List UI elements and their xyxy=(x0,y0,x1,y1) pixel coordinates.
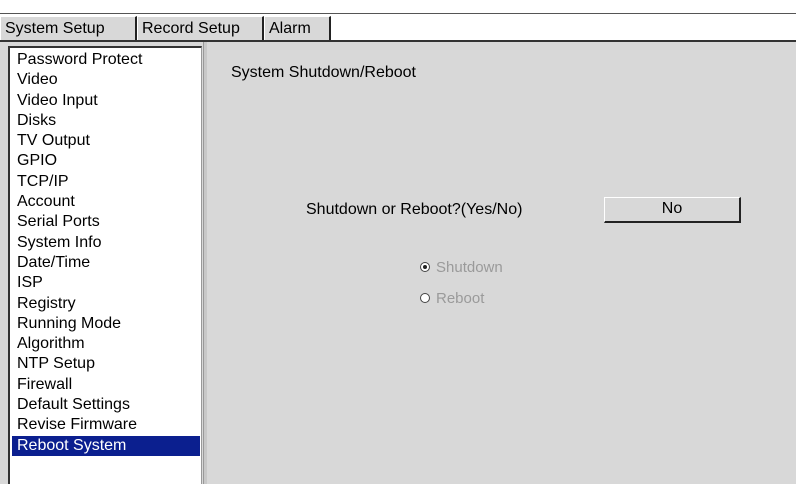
tab-bar: System Setup Record Setup Alarm xyxy=(0,16,796,41)
radio-checked-icon xyxy=(420,262,430,272)
sidebar-item-registry[interactable]: Registry xyxy=(12,294,200,314)
tab-system-setup[interactable]: System Setup xyxy=(0,16,137,40)
sidebar-item-algorithm[interactable]: Algorithm xyxy=(12,334,200,354)
sidebar-item-system-info[interactable]: System Info xyxy=(12,233,200,253)
sidebar-item-reboot-system[interactable]: Reboot System xyxy=(12,435,200,456)
sidebar-item-default-settings[interactable]: Default Settings xyxy=(12,395,200,415)
sidebar-item-gpio[interactable]: GPIO xyxy=(12,151,200,171)
sidebar-item-tcp-ip[interactable]: TCP/IP xyxy=(12,172,200,192)
sidebar-list: Password Protect Video Video Input Disks… xyxy=(12,50,200,456)
sidebar-item-disks[interactable]: Disks xyxy=(12,111,200,131)
tab-record-setup[interactable]: Record Setup xyxy=(137,16,264,40)
reboot-panel: System Shutdown/Reboot Shutdown or Reboo… xyxy=(207,42,796,484)
top-border-line xyxy=(0,13,796,14)
sidebar-item-running-mode[interactable]: Running Mode xyxy=(12,314,200,334)
sidebar-item-account[interactable]: Account xyxy=(12,192,200,212)
tab-alarm[interactable]: Alarm xyxy=(264,16,331,40)
sidebar-item-password-protect[interactable]: Password Protect xyxy=(12,50,200,70)
sidebar-item-video[interactable]: Video xyxy=(12,70,200,90)
settings-sidebar: Password Protect Video Video Input Disks… xyxy=(8,46,202,484)
sidebar-item-revise-firmware[interactable]: Revise Firmware xyxy=(12,415,200,435)
sidebar-item-ntp-setup[interactable]: NTP Setup xyxy=(12,354,200,374)
reboot-radio-label: Reboot xyxy=(436,290,485,307)
sidebar-item-isp[interactable]: ISP xyxy=(12,273,200,293)
panel-title: System Shutdown/Reboot xyxy=(231,64,416,81)
sidebar-item-firewall[interactable]: Firewall xyxy=(12,375,200,395)
shutdown-radio-label: Shutdown xyxy=(436,259,503,276)
sidebar-item-tv-output[interactable]: TV Output xyxy=(12,131,200,151)
sidebar-item-date-time[interactable]: Date/Time xyxy=(12,253,200,273)
radio-unchecked-icon xyxy=(420,293,430,303)
sidebar-item-video-input[interactable]: Video Input xyxy=(12,91,200,111)
shutdown-reboot-prompt: Shutdown or Reboot?(Yes/No) xyxy=(306,201,523,218)
sidebar-item-serial-ports[interactable]: Serial Ports xyxy=(12,212,200,232)
confirm-no-button[interactable]: No xyxy=(604,197,741,223)
